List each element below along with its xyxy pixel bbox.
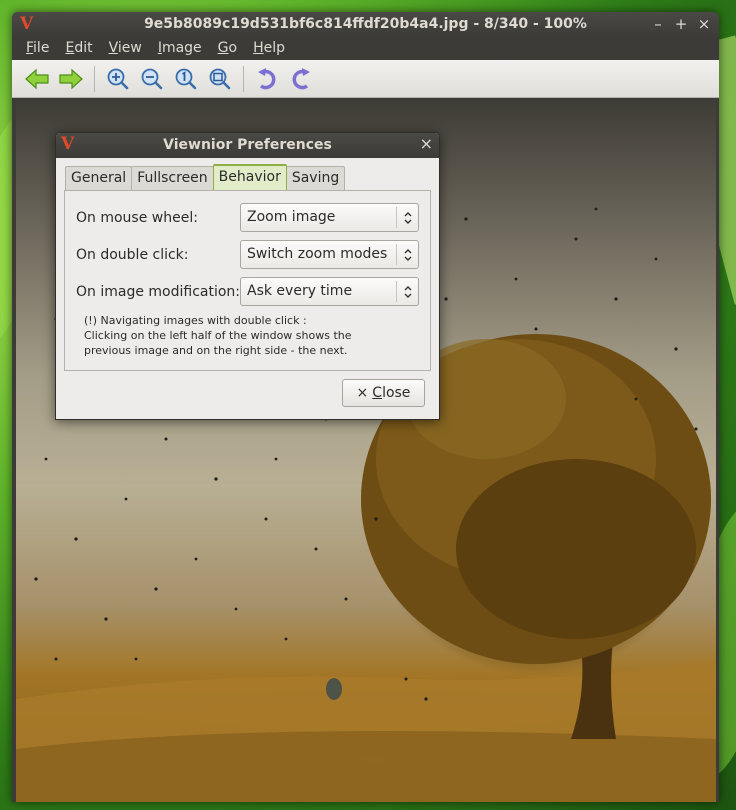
tab-behavior[interactable]: Behavior xyxy=(212,164,287,190)
close-icon: × xyxy=(356,385,369,401)
zoom-fit-button[interactable] xyxy=(203,64,237,94)
rotate-right-icon xyxy=(292,67,310,89)
zoom-in-button[interactable] xyxy=(101,64,135,94)
toolbar xyxy=(12,60,719,98)
zoom-in-icon xyxy=(107,68,129,89)
toolbar-separator xyxy=(243,65,244,92)
behavior-panel: On mouse wheel: Zoom image On double cli… xyxy=(64,190,431,371)
preferences-dialog: V Viewnior Preferences × General Fullscr… xyxy=(55,132,440,420)
updown-arrows-icon xyxy=(396,244,418,265)
updown-arrows-icon xyxy=(396,281,418,302)
rotate-left-icon xyxy=(258,67,276,89)
tab-saving[interactable]: Saving xyxy=(285,166,346,190)
note-line: (!) Navigating images with double click … xyxy=(84,314,307,327)
preferences-tabs: General Fullscreen Behavior Saving xyxy=(65,164,346,190)
menu-help[interactable]: Help xyxy=(245,37,293,60)
dialog-close-icon[interactable]: × xyxy=(420,135,433,153)
mouse-wheel-value: Zoom image xyxy=(247,209,336,225)
double-click-note: (!) Navigating images with double click … xyxy=(84,313,352,358)
image-modification-row: On image modification: Ask every time xyxy=(76,277,419,306)
note-line: Clicking on the left half of the window … xyxy=(84,329,352,342)
double-click-value: Switch zoom modes xyxy=(247,246,388,262)
forward-button[interactable] xyxy=(54,64,88,94)
menu-view[interactable]: View xyxy=(101,37,150,60)
dialog-title: Viewnior Preferences xyxy=(163,137,332,153)
tab-fullscreen[interactable]: Fullscreen xyxy=(131,166,214,190)
zoom-out-button[interactable] xyxy=(135,64,169,94)
window-title: 9e5b8089c19d531bf6c814ffdf20b4a4.jpg - 8… xyxy=(144,16,587,32)
double-click-row: On double click: Switch zoom modes xyxy=(76,240,419,269)
menu-go[interactable]: Go xyxy=(210,37,245,60)
window-controls: – + × xyxy=(651,15,711,33)
zoom-fit-icon xyxy=(209,68,231,89)
menu-edit[interactable]: Edit xyxy=(57,37,100,60)
toolbar-separator xyxy=(94,65,95,92)
zoom-normal-icon xyxy=(175,68,197,89)
mouse-wheel-label: On mouse wheel: xyxy=(76,209,198,226)
note-line: previous image and on the right side - t… xyxy=(84,344,348,357)
menu-image[interactable]: Image xyxy=(150,37,210,60)
rotate-left-button[interactable] xyxy=(250,64,284,94)
image-modification-select[interactable]: Ask every time xyxy=(240,277,419,306)
tab-general[interactable]: General xyxy=(65,166,133,190)
window-titlebar[interactable]: V 9e5b8089c19d531bf6c814ffdf20b4a4.jpg -… xyxy=(12,12,719,37)
mouse-wheel-select[interactable]: Zoom image xyxy=(240,203,419,232)
menubar: File Edit View Image Go Help xyxy=(12,37,719,60)
zoom-out-icon xyxy=(141,68,163,89)
image-modification-label: On image modification: xyxy=(76,283,241,300)
dialog-titlebar[interactable]: V Viewnior Preferences × xyxy=(56,133,439,158)
menu-file[interactable]: File xyxy=(18,37,57,60)
close-button-label: Close xyxy=(372,385,411,401)
back-arrow-icon xyxy=(25,68,49,89)
maximize-button[interactable]: + xyxy=(674,15,688,33)
minimize-button[interactable]: – xyxy=(651,15,665,33)
forward-arrow-icon xyxy=(59,68,83,89)
mouse-wheel-row: On mouse wheel: Zoom image xyxy=(76,203,419,232)
double-click-label: On double click: xyxy=(76,246,189,263)
zoom-normal-button[interactable] xyxy=(169,64,203,94)
double-click-select[interactable]: Switch zoom modes xyxy=(240,240,419,269)
image-modification-value: Ask every time xyxy=(247,283,353,299)
close-button[interactable]: × Close xyxy=(342,379,425,407)
back-button[interactable] xyxy=(20,64,54,94)
updown-arrows-icon xyxy=(396,207,418,228)
rotate-right-button[interactable] xyxy=(284,64,318,94)
close-window-button[interactable]: × xyxy=(697,15,711,33)
